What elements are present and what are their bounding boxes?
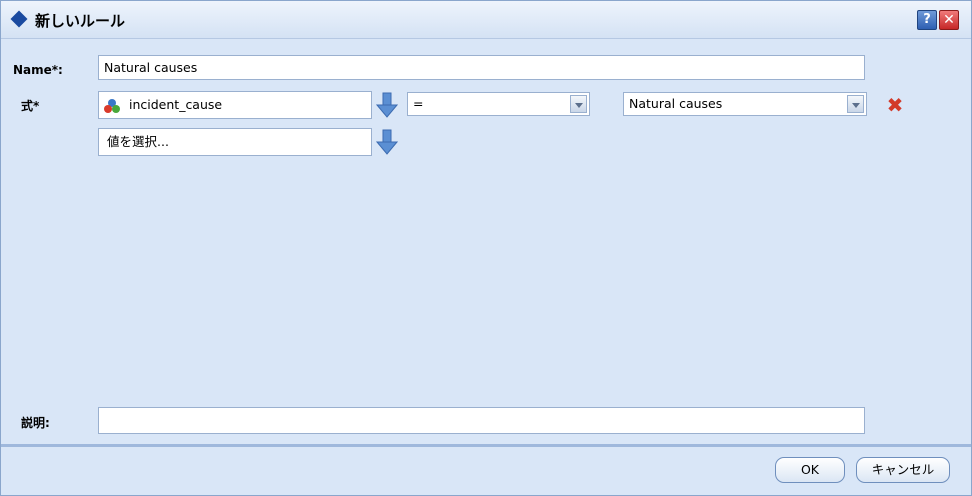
description-label: 説明: [21, 416, 50, 430]
delete-x-icon[interactable]: ✖ [885, 95, 905, 115]
expression-label: 式* [21, 99, 40, 113]
arrow-down-icon[interactable] [376, 92, 398, 118]
new-rule-dialog: 新しいルール ? ✕ Name*: Natural causes 式* inci… [0, 0, 972, 496]
field-value: incident_cause [129, 97, 223, 112]
value-select-text: Natural causes [629, 96, 723, 111]
title-bar: 新しいルール ? ✕ [1, 1, 971, 39]
diamond-icon [10, 10, 28, 28]
close-button[interactable]: ✕ [939, 10, 959, 30]
chevron-down-icon[interactable] [570, 95, 587, 113]
name-label: Name*: [13, 63, 63, 77]
help-button[interactable]: ? [917, 10, 937, 30]
arrow-down-icon[interactable] [376, 129, 398, 155]
description-input[interactable] [98, 407, 865, 434]
operator-select[interactable]: = [407, 92, 590, 116]
value-select[interactable]: Natural causes [623, 92, 867, 116]
dialog-title: 新しいルール [35, 12, 126, 30]
field-drop-box[interactable]: incident_cause [98, 91, 372, 119]
chevron-down-icon[interactable] [847, 95, 864, 113]
cancel-button[interactable]: キャンセル [856, 457, 950, 483]
name-input[interactable]: Natural causes [98, 55, 865, 80]
field-nominal-icon [104, 99, 120, 113]
choose-value-placeholder: 値を選択... [107, 134, 169, 149]
dialog-footer: OK キャンセル [1, 444, 971, 495]
choose-value-box[interactable]: 値を選択... [98, 128, 372, 156]
ok-button[interactable]: OK [775, 457, 845, 483]
operator-value: = [413, 96, 424, 111]
